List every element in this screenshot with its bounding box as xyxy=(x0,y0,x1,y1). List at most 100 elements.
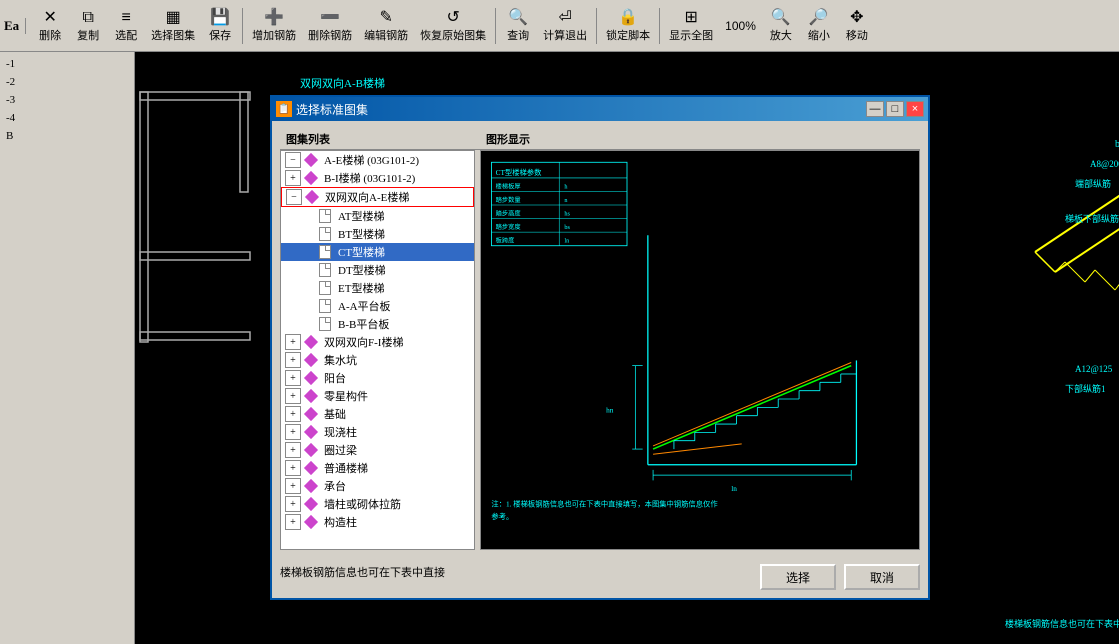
diamond-icon xyxy=(304,425,318,439)
tree-item-label: 集水坑 xyxy=(324,352,357,368)
tree-item-label: B-B平台板 xyxy=(338,316,389,332)
dialog-title-icon: 📋 xyxy=(276,101,292,117)
tree-expand-btn[interactable]: + xyxy=(285,406,301,422)
tree-expand-btn[interactable]: + xyxy=(285,352,301,368)
svg-text:踏步高度: 踏步高度 xyxy=(496,208,522,217)
folder-icon xyxy=(303,425,319,439)
minimize-button[interactable]: — xyxy=(866,101,884,117)
tree-item[interactable]: +基础 xyxy=(281,405,474,423)
tree-item-label: 构造柱 xyxy=(324,514,357,530)
tree-item[interactable]: + 集水坑 xyxy=(281,351,474,369)
tree-item-label: 圈过梁 xyxy=(324,442,357,458)
tree-item-label: 双网双向A-E楼梯 xyxy=(325,189,409,205)
diamond-icon xyxy=(304,515,318,529)
doc-icon xyxy=(317,299,333,313)
tree-item-label: DT型楼梯 xyxy=(338,262,386,278)
tree-expand-btn[interactable]: + xyxy=(285,514,301,530)
svg-text:ln: ln xyxy=(564,238,570,245)
tree-item-label: 阳台 xyxy=(324,370,346,386)
tree-item[interactable]: AT型楼梯 xyxy=(281,207,474,225)
doc-icon xyxy=(317,209,333,223)
dialog-titlebar[interactable]: 📋 选择标准图集 — □ × xyxy=(272,97,928,121)
tree-expand-btn[interactable]: + xyxy=(285,442,301,458)
tree-expand-btn[interactable]: + xyxy=(285,478,301,494)
tree-expand-btn[interactable]: + xyxy=(285,460,301,476)
folder-icon xyxy=(303,479,319,493)
app-window: Ea ✕ 删除 ⧉ 复制 ≡ 选配 ▦ 选择图集 💾 保存 ➕ 增加钢筋 ➖ 删… xyxy=(0,0,1119,644)
cancel-button[interactable]: 取消 xyxy=(844,564,920,590)
document-icon xyxy=(319,317,331,331)
folder-icon xyxy=(303,389,319,403)
tree-item[interactable]: CT型楼梯 xyxy=(281,243,474,261)
dialog-body: 图集列表 −A-E楼梯 (03G101-2)+B-I楼梯 (03G101-2)−… xyxy=(272,121,928,558)
diamond-icon xyxy=(304,353,318,367)
tree-item[interactable]: +墙柱或砌体拉筋 xyxy=(281,495,474,513)
confirm-button[interactable]: 选择 xyxy=(760,564,836,590)
tree-item-label: A-A平台板 xyxy=(338,298,391,314)
tree-item[interactable]: ET型楼梯 xyxy=(281,279,474,297)
tree-expand-btn[interactable]: + xyxy=(285,424,301,440)
doc-icon xyxy=(317,281,333,295)
tree-expand-btn[interactable]: + xyxy=(285,334,301,350)
tree-item[interactable]: +现浇柱 xyxy=(281,423,474,441)
diamond-icon xyxy=(304,153,318,167)
tree-expand-btn[interactable]: − xyxy=(286,189,302,205)
svg-text:楼梯板厚: 楼梯板厚 xyxy=(496,181,521,190)
svg-text:CT型楼梯参数: CT型楼梯参数 xyxy=(496,168,543,177)
tree-section: 图集列表 −A-E楼梯 (03G101-2)+B-I楼梯 (03G101-2)−… xyxy=(280,129,480,550)
folder-icon xyxy=(303,443,319,457)
tree-item[interactable]: +承台 xyxy=(281,477,474,495)
tree-expand-btn[interactable]: + xyxy=(285,388,301,404)
tree-expand-btn[interactable]: − xyxy=(285,152,301,168)
doc-icon xyxy=(317,317,333,331)
svg-text:ln: ln xyxy=(731,484,737,493)
select-atlas-dialog: 📋 选择标准图集 — □ × 图集列表 −A-E楼梯 (03G101-2)+B-… xyxy=(270,95,930,600)
folder-icon xyxy=(303,171,319,185)
tree-expand-btn[interactable]: + xyxy=(285,370,301,386)
tree-item[interactable]: +B-I楼梯 (03G101-2) xyxy=(281,169,474,187)
tree-expand-btn[interactable]: + xyxy=(285,170,301,186)
svg-text:注：1. 楼梯板钢筋信息也可在下表中直接填写，本图集中钢筋信: 注：1. 楼梯板钢筋信息也可在下表中直接填写，本图集中钢筋信息仅作 xyxy=(491,499,718,508)
diamond-icon xyxy=(304,171,318,185)
tree-item[interactable]: + 阳台 xyxy=(281,369,474,387)
tree-item-label: ET型楼梯 xyxy=(338,280,384,296)
tree-item[interactable]: A-A平台板 xyxy=(281,297,474,315)
folder-icon xyxy=(303,371,319,385)
tree-item-label: CT型楼梯 xyxy=(338,244,385,260)
tree-item[interactable]: B-B平台板 xyxy=(281,315,474,333)
modal-overlay: 📋 选择标准图集 — □ × 图集列表 −A-E楼梯 (03G101-2)+B-… xyxy=(0,0,1119,644)
preview-panel: CT型楼梯参数 楼梯板厚 h 踏步数量 n 踏步高度 hs xyxy=(480,150,920,550)
svg-text:踏步宽度: 踏步宽度 xyxy=(496,222,522,231)
tree-item-label: AT型楼梯 xyxy=(338,208,384,224)
svg-text:参考。: 参考。 xyxy=(491,512,513,521)
diamond-icon xyxy=(304,461,318,475)
close-button[interactable]: × xyxy=(906,101,924,117)
tree-panel[interactable]: −A-E楼梯 (03G101-2)+B-I楼梯 (03G101-2)−双网双向A… xyxy=(280,150,475,550)
doc-icon xyxy=(317,245,333,259)
tree-item[interactable]: BT型楼梯 xyxy=(281,225,474,243)
document-icon xyxy=(319,263,331,277)
tree-item[interactable]: + 双网双向F-I楼梯 xyxy=(281,333,474,351)
tree-item-label: BT型楼梯 xyxy=(338,226,385,242)
dialog-title: 📋 选择标准图集 xyxy=(276,101,368,118)
tree-item[interactable]: − 双网双向A-E楼梯 xyxy=(281,187,474,207)
tree-item[interactable]: DT型楼梯 xyxy=(281,261,474,279)
svg-text:板跨度: 板跨度 xyxy=(496,236,515,245)
folder-icon xyxy=(304,190,320,204)
maximize-button[interactable]: □ xyxy=(886,101,904,117)
tree-item[interactable]: +普通楼梯 xyxy=(281,459,474,477)
folder-icon xyxy=(303,353,319,367)
preview-panel-header: 图形显示 xyxy=(480,129,920,150)
folder-icon xyxy=(303,335,319,349)
document-icon xyxy=(319,245,331,259)
tree-item[interactable]: + 圈过梁 xyxy=(281,441,474,459)
tree-expand-btn[interactable]: + xyxy=(285,496,301,512)
svg-text:踏步数量: 踏步数量 xyxy=(496,195,521,204)
tree-item[interactable]: +零星构件 xyxy=(281,387,474,405)
tree-item[interactable]: −A-E楼梯 (03G101-2) xyxy=(281,151,474,169)
doc-icon xyxy=(317,263,333,277)
document-icon xyxy=(319,227,331,241)
tree-item-label: 双网双向F-I楼梯 xyxy=(324,334,403,350)
tree-item[interactable]: + 构造柱 xyxy=(281,513,474,531)
svg-text:hs: hs xyxy=(564,210,570,217)
